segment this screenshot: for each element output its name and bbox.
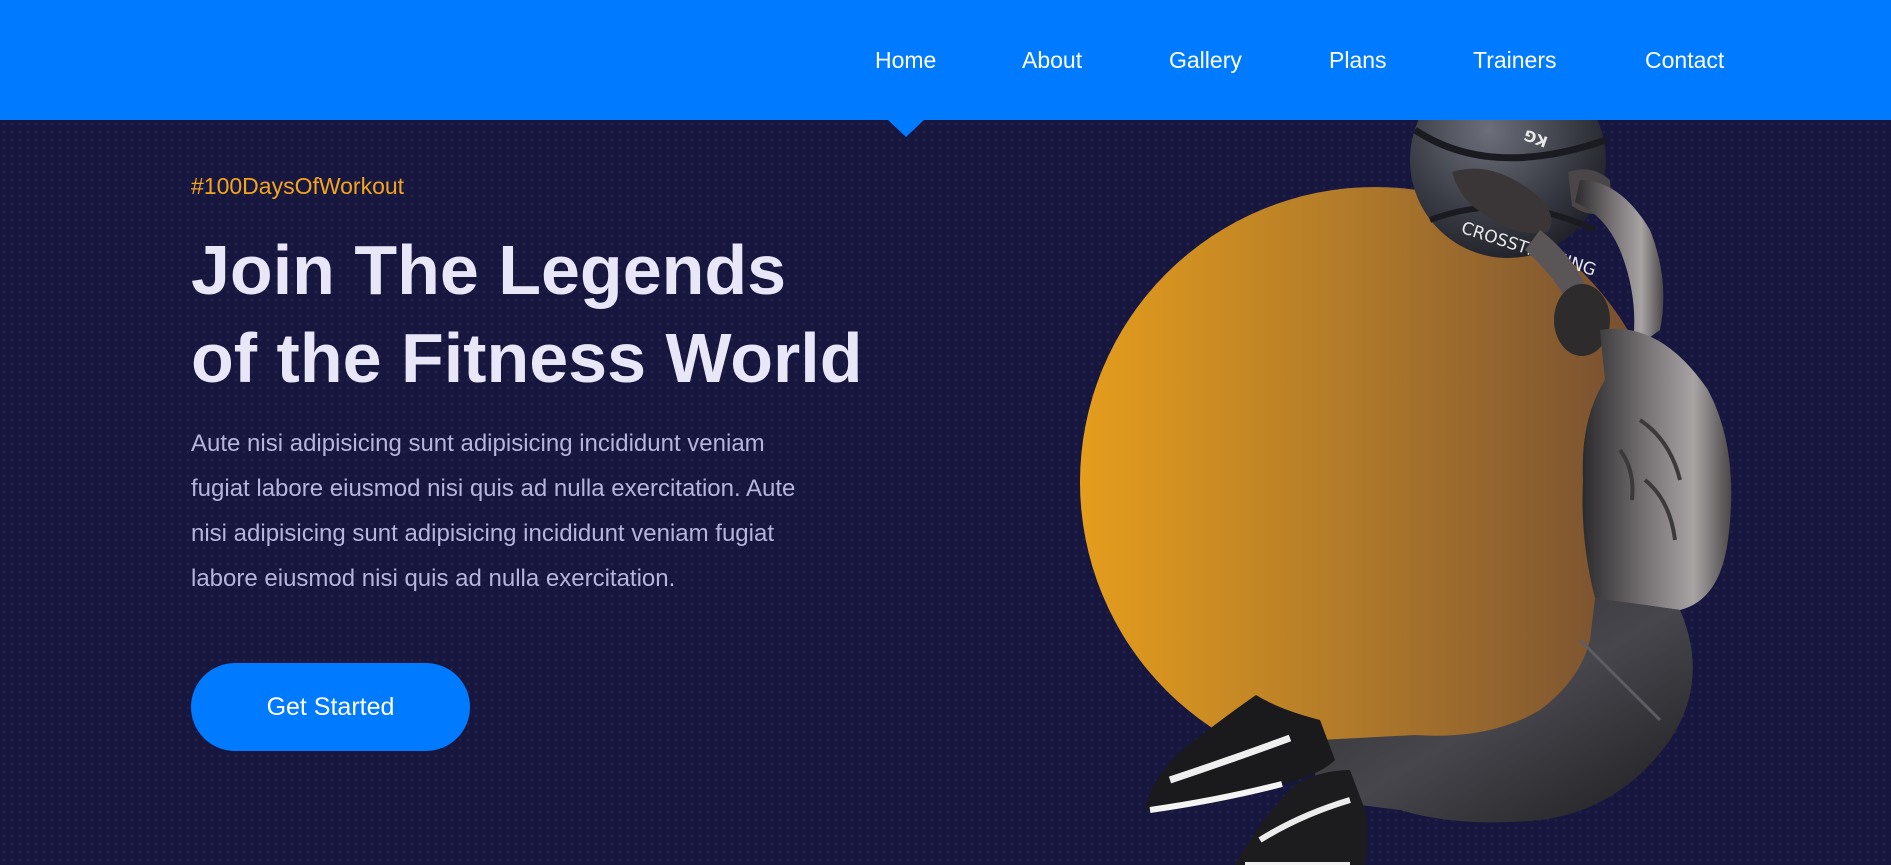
nav-item-contact[interactable]: Contact [1645, 46, 1724, 76]
nav-item-plans[interactable]: Plans [1329, 46, 1387, 76]
active-nav-indicator [888, 120, 924, 137]
hero-description-line: Aute nisi adipisicing sunt adipisicing i… [191, 430, 765, 457]
hero-headline: Join The Legends of the Fitness World [191, 226, 911, 402]
hero-description-line: fugiat labore eiusmod nisi quis ad nulla… [191, 475, 796, 502]
hero-hashtag: #100DaysOfWorkout [191, 173, 405, 199]
hero-headline-line: of the Fitness World [191, 319, 863, 397]
nav-item-about[interactable]: About [1022, 46, 1082, 76]
hero-headline-line: Join The Legends [191, 231, 787, 309]
hero-description: Aute nisi adipisicing sunt adipisicing i… [191, 421, 881, 601]
athlete-with-medicine-ball-image: CROSSTRAINING KG [1145, 120, 1732, 865]
nav-item-trainers[interactable]: Trainers [1473, 46, 1557, 76]
get-started-button[interactable]: Get Started [191, 663, 470, 751]
nav-item-gallery[interactable]: Gallery [1169, 46, 1242, 76]
nav-menu: Home About Gallery Plans Trainers Contac… [0, 0, 1891, 120]
hero-description-line: labore eiusmod nisi quis ad nulla exerci… [191, 565, 676, 592]
hero-description-line: nisi adipisicing sunt adipisicing incidi… [191, 520, 774, 547]
nav-item-home[interactable]: Home [875, 46, 936, 76]
top-navbar: Home About Gallery Plans Trainers Contac… [0, 0, 1891, 120]
hero-visual: CROSSTRAINING KG [1020, 120, 1780, 865]
